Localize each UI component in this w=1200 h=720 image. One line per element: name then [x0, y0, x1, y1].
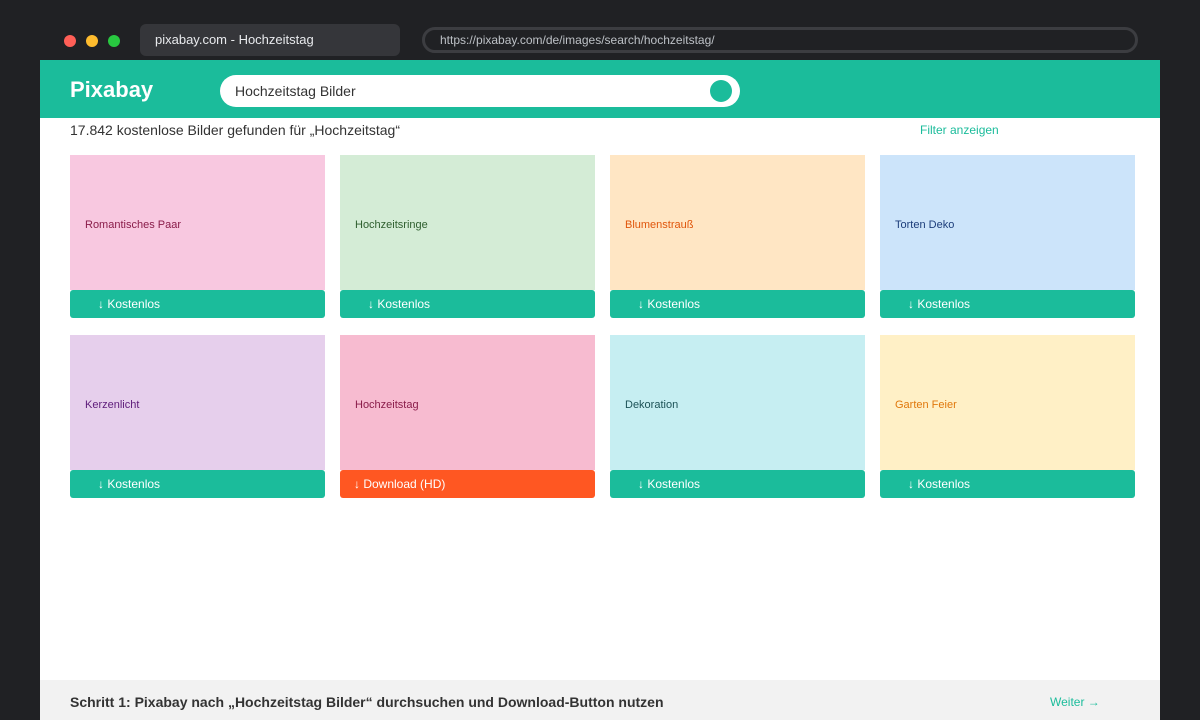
download-hd-button[interactable]: ↓ Download (HD)	[340, 470, 595, 498]
image-card[interactable]: Hochzeitstag ↓ Download (HD)	[340, 335, 595, 498]
minimize-window-icon[interactable]	[86, 35, 98, 47]
image-label: Blumenstrauß	[625, 219, 694, 231]
image-thumbnail[interactable]: Romantisches Paar	[70, 155, 325, 290]
maximize-window-icon[interactable]	[108, 35, 120, 47]
address-bar[interactable]: https://pixabay.com/de/images/search/hoc…	[422, 27, 1138, 53]
image-thumbnail[interactable]: Garten Feier	[880, 335, 1135, 470]
download-button[interactable]: ↓ Kostenlos	[880, 290, 1135, 318]
image-card[interactable]: Blumenstrauß ↓ Kostenlos	[610, 155, 865, 318]
result-count: 17.842 kostenlose Bilder gefunden für „H…	[70, 122, 400, 138]
download-button[interactable]: ↓ Kostenlos	[610, 290, 865, 318]
image-label: Romantisches Paar	[85, 219, 181, 231]
image-thumbnail[interactable]: Hochzeitsringe	[340, 155, 595, 290]
browser-tab[interactable]: pixabay.com - Hochzeitstag	[140, 24, 400, 56]
download-button[interactable]: ↓ Kostenlos	[610, 470, 865, 498]
image-label: Kerzenlicht	[85, 399, 140, 411]
image-thumbnail[interactable]: Kerzenlicht	[70, 335, 325, 470]
download-button[interactable]: ↓ Kostenlos	[340, 290, 595, 318]
image-card[interactable]: Kerzenlicht ↓ Kostenlos	[70, 335, 325, 498]
image-label: Torten Deko	[895, 219, 955, 231]
step-instruction: Schritt 1: Pixabay nach „Hochzeitstag Bi…	[70, 694, 664, 710]
download-button[interactable]: ↓ Kostenlos	[880, 470, 1135, 498]
site-header: Pixabay Hochzeitstag Bilder	[40, 60, 1160, 118]
image-thumbnail[interactable]: Dekoration	[610, 335, 865, 470]
search-button-icon[interactable]	[710, 80, 732, 102]
search-input[interactable]: Hochzeitstag Bilder	[235, 75, 356, 107]
image-label: Hochzeitsringe	[355, 219, 428, 231]
image-card[interactable]: Dekoration ↓ Kostenlos	[610, 335, 865, 498]
close-window-icon[interactable]	[64, 35, 76, 47]
image-label: Dekoration	[625, 399, 679, 411]
image-card[interactable]: Torten Deko ↓ Kostenlos	[880, 155, 1135, 318]
download-button[interactable]: ↓ Kostenlos	[70, 470, 325, 498]
image-card[interactable]: Hochzeitsringe ↓ Kostenlos	[340, 155, 595, 318]
next-step-link[interactable]: Weiter →	[1050, 695, 1100, 709]
filter-link[interactable]: Filter anzeigen	[920, 123, 999, 137]
image-thumbnail[interactable]: Blumenstrauß	[610, 155, 865, 290]
image-card[interactable]: Garten Feier ↓ Kostenlos	[880, 335, 1135, 498]
pixabay-logo[interactable]: Pixabay	[70, 77, 153, 103]
search-bar[interactable]: Hochzeitstag Bilder	[220, 75, 740, 107]
image-thumbnail[interactable]: Torten Deko	[880, 155, 1135, 290]
browser-chrome: pixabay.com - Hochzeitstag https://pixab…	[0, 0, 1200, 60]
tutorial-footer: Schritt 1: Pixabay nach „Hochzeitstag Bi…	[40, 680, 1160, 720]
download-button[interactable]: ↓ Kostenlos	[70, 290, 325, 318]
image-label: Hochzeitstag	[355, 399, 419, 411]
image-card[interactable]: Romantisches Paar ↓ Kostenlos	[70, 155, 325, 318]
image-label: Garten Feier	[895, 399, 957, 411]
image-thumbnail[interactable]: Hochzeitstag	[340, 335, 595, 470]
page: Pixabay Hochzeitstag Bilder 17.842 koste…	[40, 60, 1160, 720]
